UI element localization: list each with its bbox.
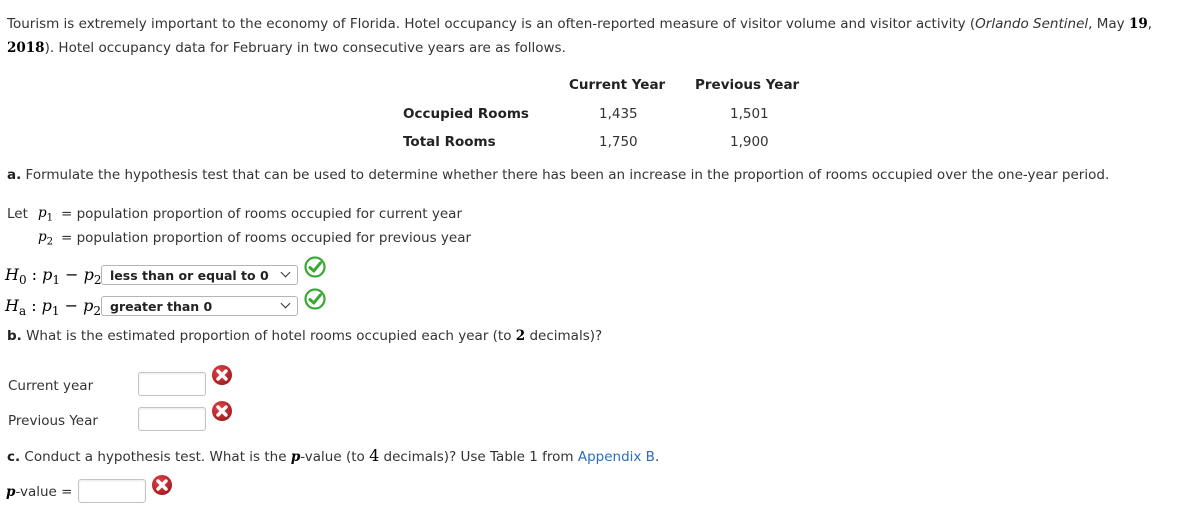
incorrect-x-icon [212,365,232,385]
table-cell: 1,435 [599,106,638,122]
part-a-letter: a. [7,167,22,183]
chevron-down-icon [280,298,291,309]
source-year: 2018 [7,40,45,56]
table-row-label: Total Rooms [403,134,496,150]
intro-text: , May [1088,16,1129,32]
part-c-decimals: 4 [369,446,380,465]
p-value-label-text: -value = [15,484,73,500]
p2-definition: = population proportion of rooms occupie… [61,230,472,246]
h0-select[interactable]: less than or equal to 0 [101,265,298,285]
chevron-down-icon [280,267,291,278]
table-cell: 1,501 [730,106,769,122]
problem-intro: Tourism is extremely important to the ec… [7,12,1197,60]
h0-selected-value: less than or equal to 0 [110,268,269,283]
part-c-text: Conduct a hypothesis test. What is the [20,449,291,465]
source-day: 19 [1128,16,1148,32]
correct-check-icon [304,256,326,278]
previous-year-label: Previous Year [8,413,98,429]
p-symbol: p [290,449,301,465]
incorrect-x-icon [152,475,172,495]
appendix-b-link[interactable]: Appendix B [578,449,655,465]
previous-year-input[interactable] [138,407,206,431]
part-c-text: decimals)? Use Table 1 from [379,449,578,465]
part-c-text: -value (to [300,449,370,465]
table-cell: 1,900 [730,134,769,150]
part-c-letter: c. [7,449,21,465]
intro-text: ). Hotel occupancy data for February in … [44,40,566,56]
part-c-question: c. Conduct a hypothesis test. What is th… [7,446,659,465]
table-header-current-year: Current Year [569,77,666,93]
part-c-text: . [654,449,660,465]
let-label: Let [7,206,28,222]
h0-expression: H0 : p1 − p2 [5,265,102,288]
part-b-question: b. What is the estimated proportion of h… [7,328,602,344]
p2-symbol: p2 [38,229,54,248]
current-year-input[interactable] [138,372,206,396]
intro-text: , [1147,16,1153,32]
ha-expression: Ha : p1 − p2 [5,296,102,319]
part-b-letter: b. [7,328,22,344]
p-value-input[interactable] [78,479,146,503]
part-b-text: decimals)? [525,328,603,344]
table-cell: 1,750 [599,134,638,150]
current-year-label: Current year [8,378,94,394]
p-value-label: p-value = [6,484,72,500]
part-a-question: a. Formulate the hypothesis test that ca… [7,167,1109,183]
part-b-decimals: 2 [515,328,526,344]
ha-selected-value: greater than 0 [110,299,213,314]
ha-select[interactable]: greater than 0 [101,296,298,316]
part-b-text: What is the estimated proportion of hote… [21,328,516,344]
incorrect-x-icon [212,401,232,421]
p1-symbol: p1 [38,205,54,224]
p1-definition: = population proportion of rooms occupie… [61,206,463,222]
part-a-text: Formulate the hypothesis test that can b… [21,167,1110,183]
table-row-label: Occupied Rooms [403,106,529,122]
source-name: Orlando Sentinel [975,16,1089,32]
correct-check-icon [304,288,326,310]
intro-text: Tourism is extremely important to the ec… [7,16,976,32]
table-header-previous-year: Previous Year [695,77,800,93]
